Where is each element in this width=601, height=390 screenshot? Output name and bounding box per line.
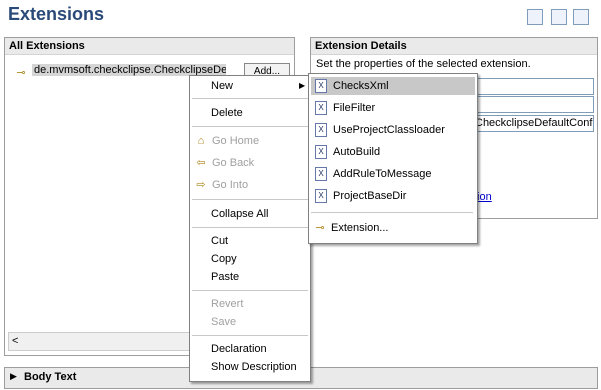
horizontal-layout-icon[interactable] [527, 9, 543, 25]
menu-item-copy[interactable]: Copy [211, 250, 237, 268]
submenu-arrow-icon: ▶ [299, 81, 306, 90]
expand-icon[interactable]: ▶ [10, 371, 17, 382]
xml-element-icon: X [315, 145, 327, 160]
menu-item-new[interactable]: New [211, 77, 233, 95]
separator [311, 212, 473, 213]
separator [192, 98, 308, 99]
submenu-item-projectbasedir[interactable]: X ProjectBaseDir [315, 187, 406, 205]
separator [192, 290, 308, 291]
maximize-icon[interactable] [573, 9, 589, 25]
menu-item-cut[interactable]: Cut [211, 232, 228, 250]
extension-details-header: Extension Details [311, 38, 597, 55]
menu-item-go-into[interactable]: ⇨ Go Into [194, 176, 248, 194]
separator [192, 335, 308, 336]
submenu-item-label: Extension... [331, 222, 389, 234]
plugin-icon: ⊸ [16, 67, 26, 79]
xml-element-icon: X [315, 189, 327, 204]
submenu-item-addruletomessage[interactable]: X AddRuleToMessage [315, 165, 431, 183]
submenu-item-label: FileFilter [333, 102, 376, 114]
submenu-item-label: AddRuleToMessage [333, 168, 432, 180]
submenu-item-extension[interactable]: ⊸ Extension... [313, 219, 388, 237]
separator [192, 126, 308, 127]
all-extensions-header: All Extensions [5, 38, 294, 55]
scroll-left-icon[interactable]: < [12, 335, 18, 347]
detail-field-1[interactable] [474, 78, 594, 95]
menu-item-declaration[interactable]: Declaration [211, 340, 267, 358]
submenu-item-checksxml[interactable]: X ChecksXml [311, 77, 475, 95]
back-arrow-icon: ⇦ [196, 157, 206, 169]
submenu-item-useprojectclassloader[interactable]: X UseProjectClassloader [315, 121, 445, 139]
menu-item-label: Go Home [212, 135, 260, 147]
vertical-layout-icon[interactable] [551, 9, 567, 25]
forward-arrow-icon: ⇨ [196, 179, 206, 191]
context-menu: New ▶ Delete ⌂ Go Home ⇦ Go Back ⇨ Go Into … [189, 75, 311, 382]
menu-item-delete[interactable]: Delete [211, 104, 243, 122]
menu-item-collapse-all[interactable]: Collapse All [211, 205, 268, 223]
submenu-item-label: ProjectBaseDir [333, 190, 407, 202]
details-hint: Set the properties of the selected exten… [316, 58, 531, 70]
submenu-item-autobuild[interactable]: X AutoBuild [315, 143, 380, 161]
xml-element-icon: X [315, 101, 327, 116]
separator [192, 199, 308, 200]
xml-element-icon: X [315, 123, 327, 138]
plugin-icon: ⊸ [315, 222, 325, 234]
submenu-item-label: ChecksXml [333, 80, 389, 92]
xml-element-icon: X [315, 167, 327, 182]
menu-item-label: Go Back [212, 157, 255, 169]
new-submenu: X ChecksXml X FileFilter X UseProjectClassl… [308, 73, 478, 244]
menu-item-paste[interactable]: Paste [211, 268, 239, 286]
submenu-item-label: UseProjectClassloader [333, 124, 445, 136]
submenu-item-label: AutoBuild [333, 146, 381, 158]
detail-field-3[interactable]: CheckclipseDefaultConf [474, 115, 594, 132]
page-title: Extensions [8, 4, 105, 24]
detail-field-2[interactable] [474, 96, 594, 113]
body-text-label: Body Text [24, 371, 77, 383]
menu-item-show-description[interactable]: Show Description [211, 358, 297, 376]
menu-item-label: Go Into [212, 179, 249, 191]
home-icon: ⌂ [197, 135, 205, 147]
menu-item-go-back[interactable]: ⇦ Go Back [194, 154, 254, 172]
menu-item-save[interactable]: Save [211, 313, 236, 331]
separator [192, 227, 308, 228]
menu-item-revert[interactable]: Revert [211, 295, 243, 313]
menu-item-go-home[interactable]: ⌂ Go Home [194, 132, 259, 150]
xml-element-icon: X [315, 79, 327, 94]
submenu-item-filefilter[interactable]: X FileFilter [315, 99, 375, 117]
